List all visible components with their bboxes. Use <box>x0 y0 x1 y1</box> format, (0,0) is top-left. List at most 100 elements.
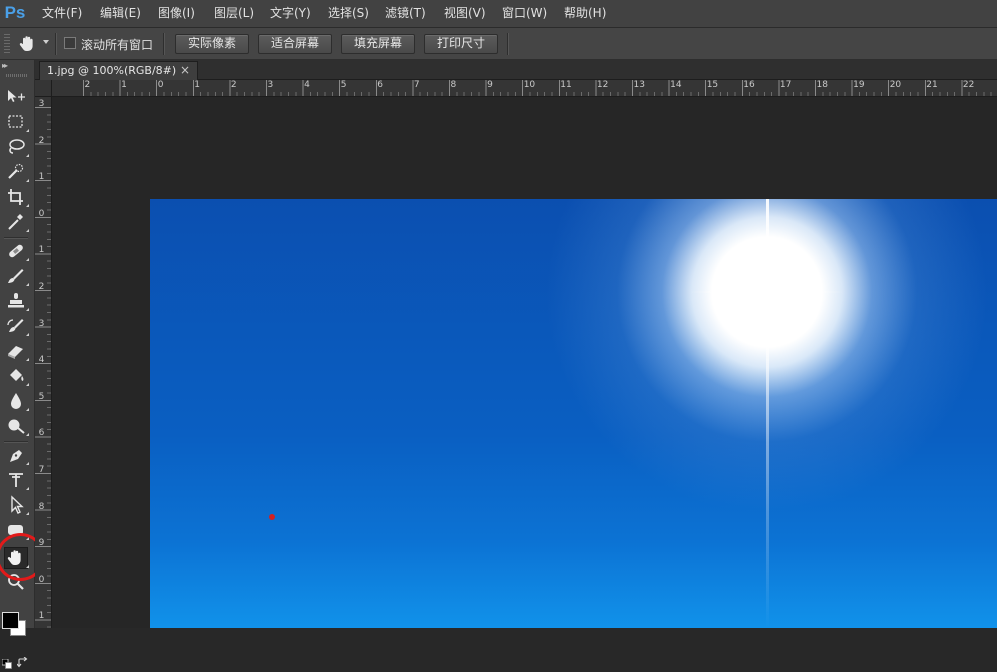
quick-selection-icon <box>8 163 24 179</box>
brush-icon <box>8 269 24 283</box>
ruler-label: 1 <box>194 80 201 90</box>
ruler-label: 9 <box>487 80 493 90</box>
collapse-panel-icon[interactable]: ▸▸ <box>2 61 8 70</box>
ruler-label: 19 <box>853 80 865 90</box>
ruler-label: 11 <box>560 80 572 90</box>
fill-screen-button[interactable]: 填充屏幕 <box>341 34 415 54</box>
ruler-label: 1 <box>121 80 127 90</box>
ruler-label: 2 <box>84 80 91 90</box>
ruler-label: 7 <box>38 465 45 475</box>
ruler-label: 1 <box>38 172 45 183</box>
menu-select[interactable]: 选择(S) <box>328 5 369 22</box>
ruler-label: 8 <box>38 501 45 512</box>
close-icon[interactable]: × <box>180 63 190 77</box>
document-tab-bar: 1.jpg @ 100%(RGB/8#) × <box>35 60 997 80</box>
options-bar: 滚动所有窗口 实际像素 适合屏幕 填充屏幕 打印尺寸 <box>0 28 997 60</box>
red-marker-dot <box>269 514 275 520</box>
dodge-tool[interactable] <box>5 416 29 436</box>
menu-image[interactable]: 图像(I) <box>158 5 195 22</box>
quick-selection-tool[interactable] <box>5 162 29 182</box>
move-icon <box>8 90 25 102</box>
swap-colors-icon[interactable] <box>16 656 28 668</box>
history-brush-tool[interactable] <box>5 316 29 336</box>
ruler-label: 1 <box>38 611 45 622</box>
options-bar-grip[interactable] <box>4 34 10 54</box>
arrow-pointer-icon <box>11 495 24 514</box>
ruler-label: 16 <box>743 80 755 90</box>
fit-screen-button[interactable]: 适合屏幕 <box>258 34 332 54</box>
foreground-color-swatch[interactable] <box>2 612 19 629</box>
ruler-label: 17 <box>779 80 792 90</box>
stamp-icon <box>8 293 24 308</box>
paint-bucket-tool[interactable] <box>5 366 29 386</box>
ruler-label: 18 <box>816 80 828 90</box>
blur-tool[interactable] <box>5 391 29 411</box>
path-selection-tool[interactable] <box>5 495 29 515</box>
ruler-label: 22 <box>962 80 975 90</box>
tool-preset-picker[interactable] <box>17 34 39 54</box>
menu-edit[interactable]: 编辑(E) <box>100 5 141 22</box>
move-tool[interactable] <box>5 87 27 107</box>
ruler-label: 2 <box>38 135 45 146</box>
default-colors-icon[interactable] <box>1 658 12 669</box>
menu-filter[interactable]: 滤镜(T) <box>385 5 426 22</box>
bandage-icon <box>9 244 23 258</box>
panel-grip[interactable] <box>6 74 28 77</box>
eraser-tool[interactable] <box>5 341 29 361</box>
ruler-label: 3 <box>38 99 45 109</box>
paint-bucket-icon <box>10 369 24 381</box>
ruler-label: 21 <box>926 80 938 90</box>
menu-view[interactable]: 视图(V) <box>444 5 486 22</box>
photoshop-logo: Ps <box>4 3 26 22</box>
menu-file[interactable]: 文件(F) <box>42 5 82 22</box>
pen-icon <box>10 450 22 462</box>
ruler-label: 6 <box>38 428 45 439</box>
healing-brush-tool[interactable] <box>5 241 29 261</box>
ruler-label: 6 <box>377 80 384 90</box>
ruler-label: 14 <box>670 80 682 90</box>
divider <box>4 237 28 239</box>
rectangular-marquee-icon <box>8 115 23 128</box>
ruler-label: 4 <box>304 80 310 90</box>
sun-ray <box>766 199 769 628</box>
ruler-label: 3 <box>267 80 274 90</box>
menu-layer[interactable]: 图层(L) <box>214 5 254 22</box>
ruler-label: 12 <box>596 80 609 90</box>
vertical-type-icon <box>9 473 23 487</box>
pen-tool[interactable] <box>5 445 29 465</box>
ruler-label: 9 <box>38 538 45 549</box>
type-tool[interactable] <box>5 470 29 490</box>
menu-window[interactable]: 窗口(W) <box>502 5 547 22</box>
marquee-tool[interactable] <box>5 112 29 132</box>
ruler-label: 7 <box>413 80 420 90</box>
document-image[interactable] <box>150 199 997 628</box>
crop-tool[interactable] <box>5 187 29 207</box>
scroll-all-windows-checkbox[interactable] <box>64 37 76 49</box>
hand-icon <box>19 36 33 51</box>
actual-pixels-button[interactable]: 实际像素 <box>175 34 249 54</box>
crop-icon <box>8 189 23 205</box>
print-size-button[interactable]: 打印尺寸 <box>424 34 498 54</box>
lasso-icon <box>9 139 25 154</box>
divider <box>55 33 57 55</box>
eyedropper-icon <box>8 214 23 230</box>
eraser-icon <box>8 346 23 359</box>
document-tab-title: 1.jpg @ 100%(RGB/8#) <box>47 64 177 77</box>
divider <box>507 33 509 55</box>
horizontal-ruler[interactable]: 2 1 0 1 2 3 4 5 6 7 8 9 10 11 12 13 14 15 16 17 18 19 20 21 22 <box>52 80 997 97</box>
chevron-down-icon[interactable] <box>43 40 49 44</box>
ruler-origin[interactable] <box>35 80 52 97</box>
menu-type[interactable]: 文字(Y) <box>270 5 311 22</box>
ruler-label: 8 <box>450 80 457 90</box>
vertical-ruler[interactable]: 3 2 1 0 1 2 3 4 5 6 7 8 9 0 1 <box>35 97 52 628</box>
divider <box>4 441 28 443</box>
menu-help[interactable]: 帮助(H) <box>564 5 606 22</box>
lasso-tool[interactable] <box>5 137 29 157</box>
ruler-label: 2 <box>230 80 237 90</box>
document-tab[interactable]: 1.jpg @ 100%(RGB/8#) × <box>39 61 198 80</box>
clone-stamp-tool[interactable] <box>5 291 29 311</box>
brush-tool[interactable] <box>5 266 29 286</box>
drop-icon <box>11 393 21 409</box>
eyedropper-tool[interactable] <box>5 212 29 232</box>
ruler-label: 5 <box>38 391 45 402</box>
